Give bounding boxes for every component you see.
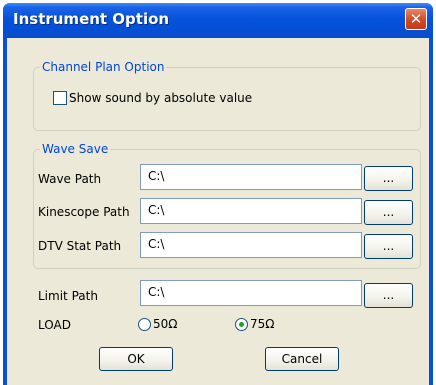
load-label: LOAD [38,318,71,332]
load-50-option[interactable]: 50Ω [138,317,177,331]
limit-path-browse-button[interactable]: ... [364,283,413,308]
cancel-button[interactable]: Cancel [265,347,339,371]
load-75-option[interactable]: 75Ω [235,317,274,331]
dialog-body: Channel Plan Option Show sound by absolu… [7,38,429,385]
dialog-window: Instrument Option ✕ Channel Plan Option … [3,3,433,385]
channel-plan-legend: Channel Plan Option [42,60,165,74]
show-sound-label: Show sound by absolute value [69,91,253,105]
wave-save-legend: Wave Save [42,142,109,156]
load-75-radio[interactable] [235,317,248,331]
wave-path-browse-button[interactable]: ... [364,166,413,191]
load-50-radio[interactable] [138,317,151,331]
dtv-stat-path-input[interactable]: C:\ [140,232,362,258]
show-sound-option[interactable]: Show sound by absolute value [53,91,252,105]
kinescope-path-label: Kinescope Path [38,205,130,219]
show-sound-checkbox[interactable] [53,91,67,105]
ok-button[interactable]: OK [99,347,173,371]
limit-path-input[interactable]: C:\ [140,280,362,306]
wave-path-label: Wave Path [38,172,102,186]
load-50-label: 50Ω [153,317,178,331]
dtv-stat-path-browse-button[interactable]: ... [364,234,413,259]
kinescope-path-input[interactable]: C:\ [140,198,362,224]
limit-path-label: Limit Path [38,289,98,303]
load-75-label: 75Ω [250,317,275,331]
close-button[interactable]: ✕ [405,8,427,30]
wave-path-input[interactable]: C:\ [140,164,362,190]
kinescope-path-browse-button[interactable]: ... [364,200,413,225]
dialog-title: Instrument Option [13,10,170,28]
title-bar[interactable]: Instrument Option ✕ [3,3,433,38]
close-icon: ✕ [409,9,423,28]
dtv-stat-path-label: DTV Stat Path [38,239,122,253]
radio-selected-dot [239,321,244,327]
